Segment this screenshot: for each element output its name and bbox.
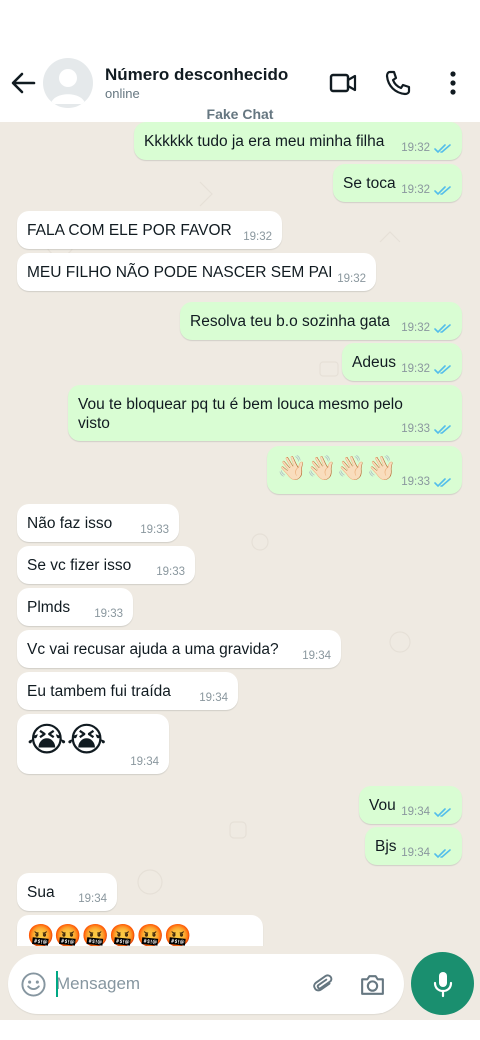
message-meta: 19:34	[401, 847, 452, 859]
message-meta: 19:33	[94, 608, 123, 620]
message-bubble-incoming[interactable]: Vc vai recusar ajuda a uma gravida? 19:3…	[17, 630, 341, 668]
message-meta: 19:32	[243, 231, 272, 243]
read-ticks-icon	[434, 185, 451, 195]
message-text: Sua	[27, 884, 55, 901]
message-text: Bjs	[375, 838, 397, 855]
message-time: 19:34	[302, 650, 331, 662]
text-cursor	[56, 971, 58, 997]
message-bubble-incoming[interactable]: Não faz isso 19:33	[17, 504, 179, 542]
emoji-icon[interactable]	[20, 971, 47, 998]
avatar[interactable]	[43, 58, 93, 108]
message-bubble-incoming[interactable]: 🤬🤬🤬🤬🤬🤬	[17, 915, 263, 946]
mic-icon	[433, 972, 453, 998]
message-text: Kkkkkk tudo ja era meu minha filha	[144, 133, 385, 150]
default-avatar-icon	[51, 69, 85, 104]
message-bubble-outgoing[interactable]: Vou 19:34	[359, 786, 462, 824]
message-text: FALA COM ELE POR FAVOR	[27, 222, 232, 239]
more-options-icon[interactable]	[438, 68, 468, 98]
message-bubble-outgoing[interactable]: Kkkkkk tudo ja era meu minha filha 19:32	[134, 122, 462, 160]
message-input[interactable]	[56, 970, 296, 998]
chat-caption: Fake Chat	[206, 106, 274, 122]
read-ticks-icon	[434, 424, 451, 434]
message-text: MEU FILHO NÃO PODE NASCER SEM PAI	[27, 264, 333, 281]
message-meta: 19:32	[401, 142, 452, 154]
message-time: 19:33	[401, 476, 430, 488]
read-ticks-icon	[434, 143, 451, 153]
message-time: 19:34	[401, 806, 430, 818]
read-ticks-icon	[434, 323, 451, 333]
camera-icon[interactable]	[358, 970, 387, 999]
message-time: 19:33	[156, 566, 185, 578]
message-time: 19:32	[337, 273, 366, 285]
emoji-message: 🤬🤬🤬🤬🤬🤬	[27, 923, 192, 946]
message-meta: 19:33	[140, 524, 169, 536]
message-text: Plmds	[27, 599, 71, 616]
message-text: Vou te bloquear pq tu é bem louca mesmo …	[78, 396, 403, 432]
mic-button[interactable]	[411, 952, 474, 1015]
message-bubble-outgoing[interactable]: 👋🏻👋🏻👋🏻👋🏻 19:33	[267, 446, 462, 494]
message-text: Se toca	[343, 175, 396, 192]
video-call-icon[interactable]	[328, 68, 358, 98]
message-bubble-incoming[interactable]: Plmds 19:33	[17, 588, 133, 626]
message-time: 19:33	[401, 423, 430, 435]
message-time: 19:32	[243, 231, 272, 243]
message-bubble-outgoing[interactable]: Resolva teu b.o sozinha gata 19:32	[180, 302, 462, 340]
message-composer[interactable]	[8, 954, 404, 1014]
message-time: 19:33	[140, 524, 169, 536]
contact-name[interactable]: Número desconhecido	[105, 65, 288, 85]
back-arrow-icon[interactable]	[8, 68, 38, 98]
message-text: Resolva teu b.o sozinha gata	[190, 313, 390, 330]
message-meta: 19:32	[401, 322, 452, 334]
message-meta: 19:34	[199, 692, 228, 704]
message-time: 19:32	[401, 322, 430, 334]
read-ticks-icon	[434, 807, 451, 817]
read-ticks-icon	[434, 848, 451, 858]
emoji-message: 👋🏻👋🏻👋🏻👋🏻	[277, 455, 397, 482]
message-time: 19:34	[199, 692, 228, 704]
message-bubble-incoming[interactable]: MEU FILHO NÃO PODE NASCER SEM PAI 19:32	[17, 253, 376, 291]
message-meta: 19:33	[156, 566, 185, 578]
message-time: 19:33	[94, 608, 123, 620]
chat-area[interactable]: Kkkkkk tudo ja era meu minha filha 19:32…	[0, 122, 480, 946]
message-time: 19:32	[401, 184, 430, 196]
message-text: Adeus	[352, 354, 396, 371]
message-meta: 19:34	[78, 893, 107, 905]
message-meta: 19:33	[401, 476, 452, 488]
message-text: Se vc fizer isso	[27, 557, 132, 574]
message-text: Não faz isso	[27, 515, 113, 532]
message-time: 19:32	[401, 142, 430, 154]
phone-icon[interactable]	[383, 68, 413, 98]
message-bubble-outgoing[interactable]: Adeus 19:32	[342, 343, 462, 381]
message-bubble-incoming[interactable]: FALA COM ELE POR FAVOR 19:32	[17, 211, 282, 249]
read-ticks-icon	[434, 364, 451, 374]
message-meta: 19:34	[130, 756, 159, 768]
read-ticks-icon	[434, 477, 451, 487]
message-text: Vou	[369, 797, 396, 814]
message-time: 19:34	[130, 756, 159, 768]
attach-icon[interactable]	[310, 971, 337, 998]
message-meta: 19:32	[401, 363, 452, 375]
message-time: 19:32	[401, 363, 430, 375]
message-meta: 19:32	[337, 273, 366, 285]
message-text: Eu tambem fui traída	[27, 683, 171, 700]
message-time: 19:34	[401, 847, 430, 859]
message-meta: 19:33	[401, 423, 452, 435]
message-bubble-incoming[interactable]: Eu tambem fui traída 19:34	[17, 672, 238, 710]
message-bubble-outgoing[interactable]: Bjs 19:34	[365, 827, 462, 865]
message-text: Vc vai recusar ajuda a uma gravida?	[27, 641, 279, 658]
message-bubble-outgoing[interactable]: Se toca 19:32	[333, 164, 462, 202]
emoji-message: 😭😭	[27, 721, 107, 759]
message-meta: 19:34	[302, 650, 331, 662]
message-bubble-incoming[interactable]: Sua 19:34	[17, 873, 117, 911]
contact-status: online	[105, 86, 140, 101]
bottom-strip	[0, 1020, 480, 1040]
message-meta: 19:32	[401, 184, 452, 196]
message-time: 19:34	[78, 893, 107, 905]
message-meta: 19:34	[401, 806, 452, 818]
message-bubble-incoming[interactable]: 😭😭 19:34	[17, 714, 169, 774]
message-bubble-incoming[interactable]: Se vc fizer isso 19:33	[17, 546, 195, 584]
message-bubble-outgoing[interactable]: Vou te bloquear pq tu é bem louca mesmo …	[68, 385, 462, 441]
